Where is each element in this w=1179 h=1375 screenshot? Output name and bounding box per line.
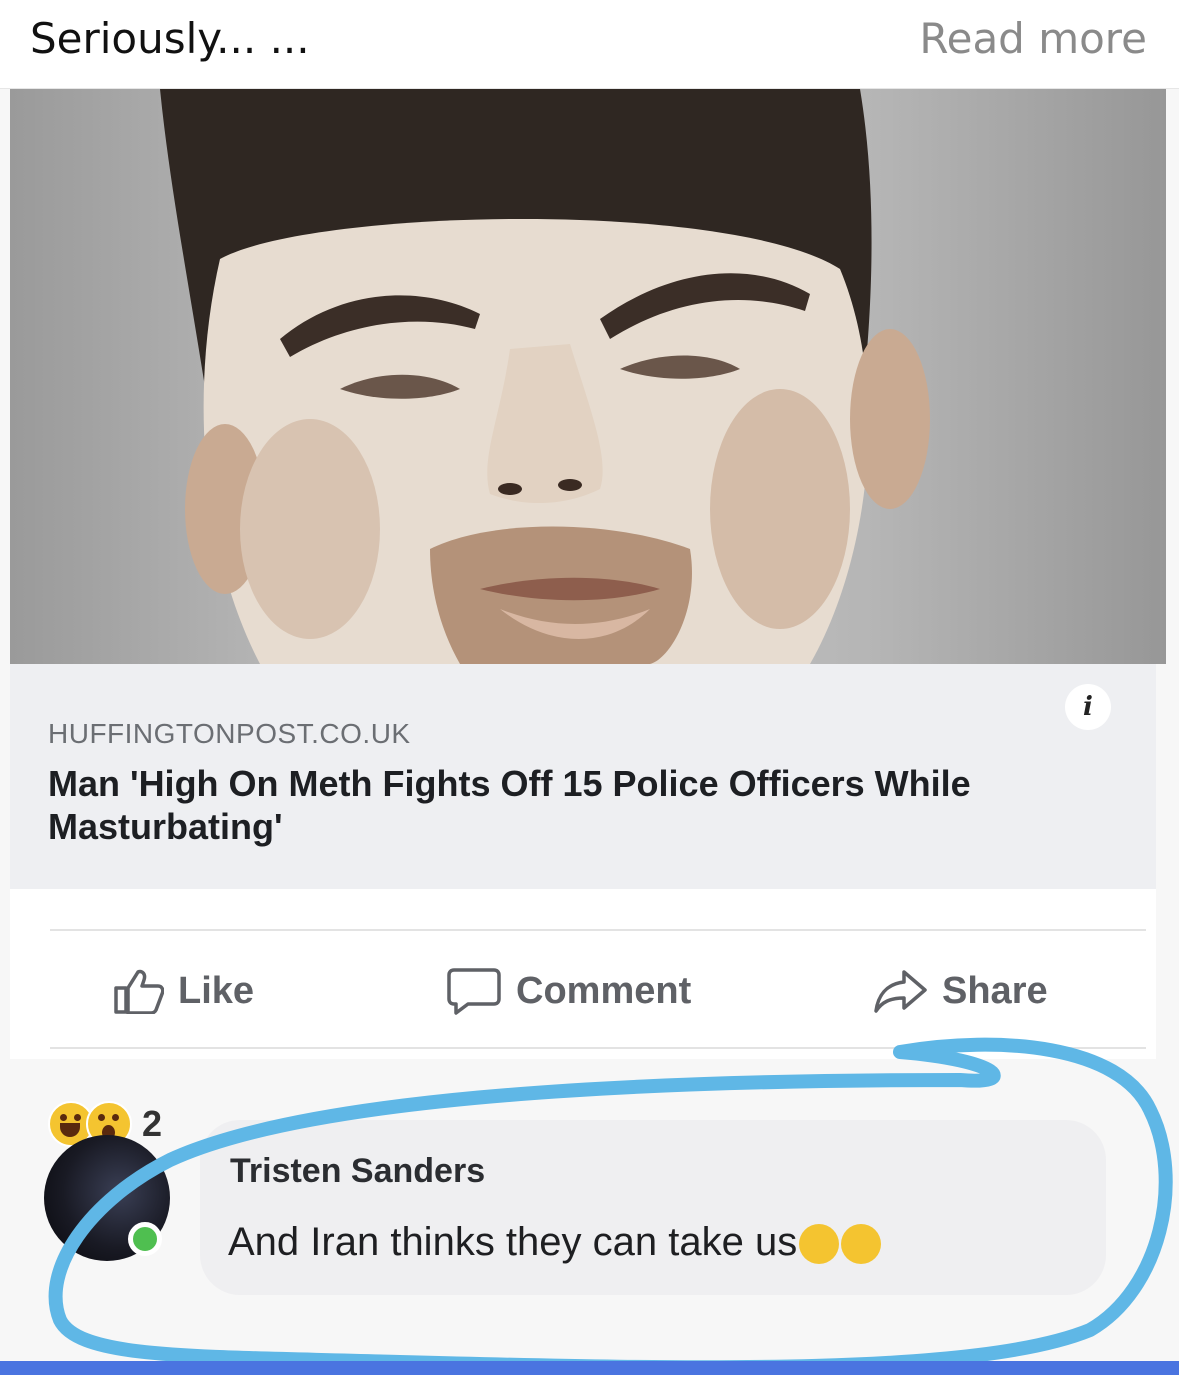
link-domain: HUFFINGTONPOST.CO.UK [48, 718, 411, 749]
divider [50, 929, 1146, 931]
laughing-emoji-icon [799, 1224, 840, 1265]
face-illustration [160, 89, 930, 664]
like-label: Like [178, 969, 255, 1012]
comment-bubble[interactable]: Tristen Sanders And Iran thinks they can… [200, 1120, 1106, 1295]
comment-button[interactable]: Comment [446, 961, 691, 1021]
share-label: Share [942, 969, 1048, 1012]
rofl-emoji-icon [841, 1224, 882, 1265]
bottom-bar [0, 1361, 1179, 1375]
online-status-icon [128, 1222, 162, 1256]
thumbs-up-icon [114, 969, 164, 1014]
share-button[interactable]: Share [872, 961, 1048, 1021]
comment-label: Comment [516, 969, 692, 1012]
post-title: Seriously... ... [30, 14, 310, 63]
action-bar: Like Comment Share [10, 889, 1156, 1059]
read-more-link[interactable]: Read more [919, 14, 1147, 63]
post-header: Seriously... ... Read more [0, 0, 1179, 89]
comment: Tristen Sanders And Iran thinks they can… [0, 1105, 1179, 1295]
comment-text: And Iran thinks they can take us [228, 1220, 798, 1264]
share-arrow-icon [874, 970, 927, 1013]
divider [50, 1047, 1146, 1049]
link-preview[interactable]: i HUFFINGTONPOST.CO.UK Man 'High On Meth… [10, 664, 1156, 890]
comment-bubble-icon [447, 968, 501, 1015]
comment-author[interactable]: Tristen Sanders [230, 1152, 485, 1191]
comment-text-line: And Iran thinks they can take us [228, 1220, 882, 1265]
article-photo[interactable] [10, 89, 1166, 664]
like-button[interactable]: Like [112, 961, 254, 1021]
info-icon[interactable]: i [1065, 684, 1111, 730]
link-headline[interactable]: Man 'High On Meth Fights Off 15 Police O… [48, 762, 1088, 848]
